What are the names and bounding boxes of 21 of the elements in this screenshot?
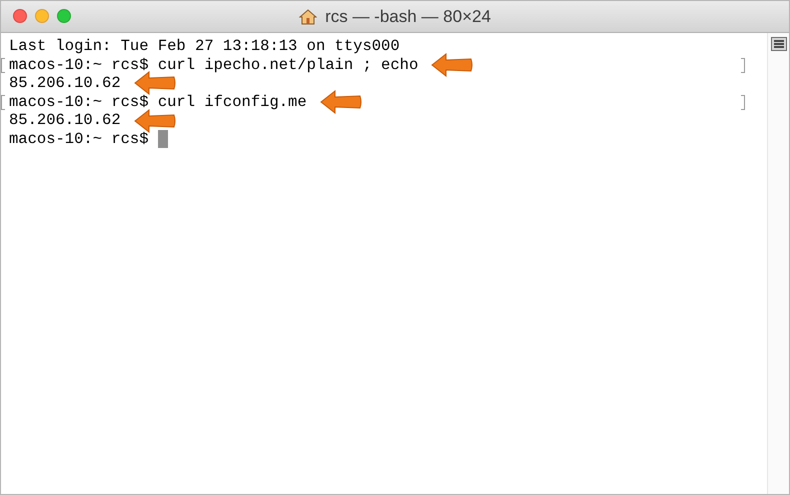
split-icon[interactable] — [770, 37, 786, 51]
command-line: macos-10:~ rcs$ curl ifconfig.me — [9, 92, 307, 112]
output-line: 85.206.10.62 — [9, 74, 121, 93]
command-line: macos-10:~ rcs$ curl ipecho.net/plain ; echo — [9, 56, 418, 74]
arrow-icon — [318, 90, 363, 114]
mark-bracket — [741, 58, 745, 73]
close-button[interactable] — [13, 9, 27, 23]
window-title: rcs — -bash — 80×24 — [325, 6, 491, 28]
arrow-icon — [132, 108, 177, 133]
mark-bracket — [741, 94, 745, 110]
arrow-icon — [430, 52, 474, 77]
minimize-button[interactable] — [35, 9, 49, 23]
arrow-icon — [132, 71, 177, 96]
output-line: 85.206.10.62 — [9, 111, 121, 130]
house-icon — [299, 8, 318, 26]
mark-bracket — [1, 94, 5, 110]
text-cursor — [158, 130, 168, 148]
command-line: macos-10:~ rcs$ — [9, 130, 149, 149]
output-line: Last login: Tue Feb 27 13:18:13 on ttys000 — [9, 37, 400, 56]
zoom-button[interactable] — [57, 9, 71, 23]
mark-bracket — [1, 58, 5, 73]
